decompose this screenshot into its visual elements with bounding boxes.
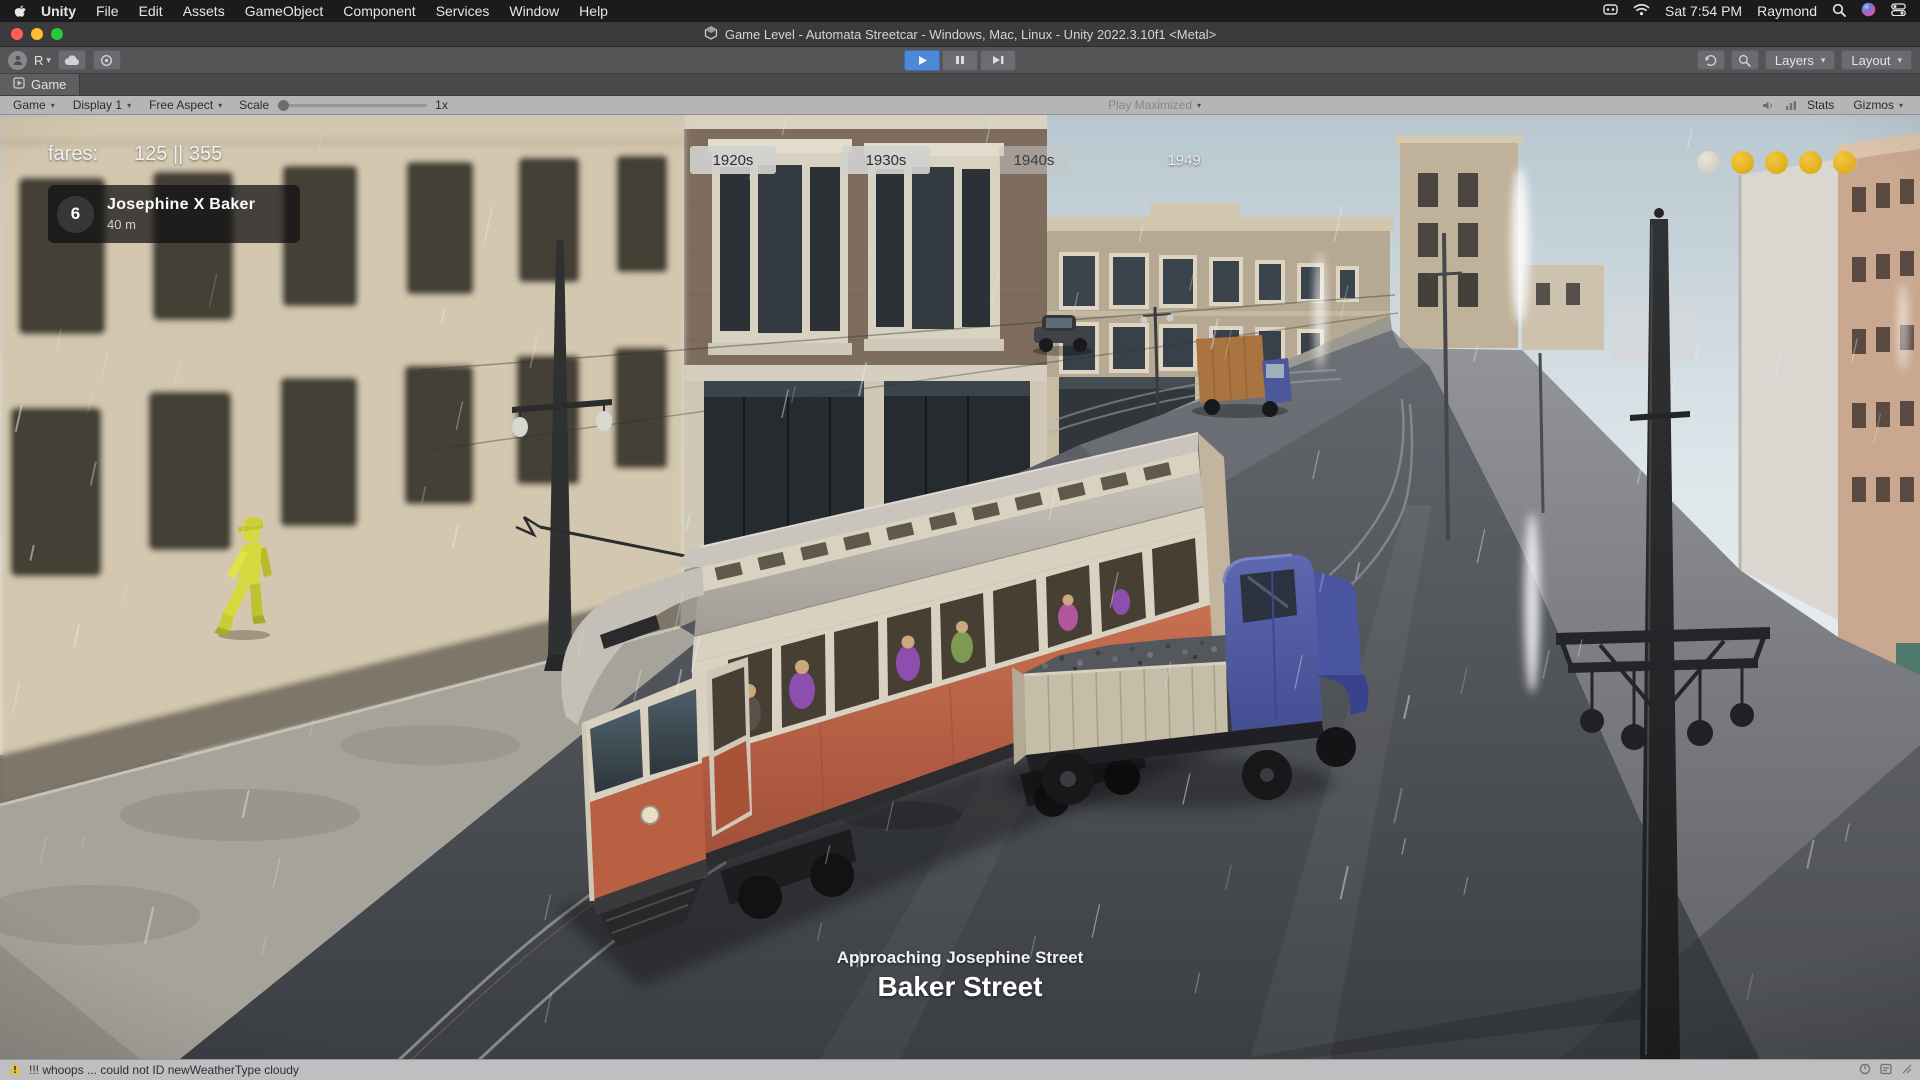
- account-avatar-button[interactable]: [8, 51, 27, 70]
- minimize-window-button[interactable]: [31, 28, 43, 40]
- game-tab-icon: [13, 77, 25, 92]
- warning-icon: [8, 1062, 22, 1078]
- era-button-1930s[interactable]: 1930s: [842, 146, 930, 174]
- undo-history-button[interactable]: [1697, 50, 1725, 70]
- chevron-down-icon: ▾: [1197, 101, 1201, 110]
- siri-icon[interactable]: [1861, 2, 1876, 20]
- console-log-icon[interactable]: [1880, 1063, 1892, 1078]
- menu-file[interactable]: File: [86, 3, 129, 19]
- screen: Unity File Edit Assets GameObject Compon…: [0, 0, 1920, 1080]
- account-dropdown[interactable]: R▾: [34, 53, 51, 68]
- mute-audio-icon[interactable]: [1762, 100, 1775, 111]
- process-icon[interactable]: [1859, 1063, 1871, 1078]
- unity-logo-icon: [704, 26, 718, 43]
- menu-gameobject[interactable]: GameObject: [235, 3, 334, 19]
- pause-button[interactable]: [942, 50, 978, 71]
- chevron-down-icon: ▾: [46, 55, 51, 66]
- resize-grip-icon[interactable]: [1901, 1063, 1912, 1077]
- menu-services[interactable]: Services: [426, 3, 500, 19]
- play-maximized-dropdown[interactable]: Play Maximized▾: [1108, 98, 1201, 112]
- stats-toggle[interactable]: Stats: [1807, 98, 1834, 112]
- era-button-1920s[interactable]: 1920s: [690, 146, 776, 174]
- era-button-1940s[interactable]: 1940s: [999, 146, 1069, 174]
- menu-help[interactable]: Help: [569, 3, 618, 19]
- menu-window[interactable]: Window: [499, 3, 569, 19]
- status-bar[interactable]: !!! whoops ... could not ID newWeatherTy…: [0, 1059, 1920, 1080]
- menu-unity[interactable]: Unity: [31, 3, 86, 19]
- macos-menu-bar: Unity File Edit Assets GameObject Compon…: [0, 0, 1920, 22]
- vignette: [0, 115, 1920, 1059]
- game-scene[interactable]: [0, 115, 1920, 1059]
- chevron-down-icon: ▾: [218, 101, 222, 110]
- search-button[interactable]: [1731, 50, 1759, 70]
- wifi-icon[interactable]: [1633, 3, 1650, 19]
- menubar-clock[interactable]: Sat 7:54 PM: [1665, 3, 1742, 19]
- unity-toolbar: R▾: [0, 47, 1920, 74]
- chevron-down-icon: ▾: [1899, 101, 1903, 110]
- metrics-icon[interactable]: [1785, 100, 1797, 111]
- layers-dropdown[interactable]: Layers▾: [1765, 50, 1836, 70]
- console-message[interactable]: !!! whoops ... could not ID newWeatherTy…: [29, 1063, 299, 1077]
- layout-dropdown[interactable]: Layout▾: [1841, 50, 1912, 70]
- game-view-toolbar: Game▾ Display 1▾ Free Aspect▾ Scale 1x P…: [0, 96, 1920, 115]
- window-title-bar: Game Level - Automata Streetcar - Window…: [0, 22, 1920, 47]
- window-title: Game Level - Automata Streetcar - Window…: [725, 27, 1216, 42]
- chevron-down-icon: ▾: [127, 101, 131, 110]
- aspect-ratio-dropdown[interactable]: Free Aspect▾: [140, 96, 231, 114]
- menu-assets[interactable]: Assets: [173, 3, 235, 19]
- chevron-down-icon: ▾: [1821, 55, 1826, 66]
- scale-label: Scale: [239, 98, 269, 112]
- cloud-services-button[interactable]: [58, 50, 86, 70]
- tab-game[interactable]: Game: [0, 74, 80, 95]
- gizmos-dropdown[interactable]: Gizmos▾: [1844, 98, 1912, 112]
- target-settings-button[interactable]: [93, 50, 121, 70]
- scale-slider-knob[interactable]: [278, 100, 289, 111]
- menubar-status-icon[interactable]: [1603, 3, 1618, 19]
- scale-slider[interactable]: [277, 104, 427, 107]
- era-button-1949[interactable]: 1949: [1152, 146, 1216, 174]
- display-mode-dropdown[interactable]: Game▾: [4, 96, 64, 114]
- editor-tab-strip: Game: [0, 74, 1920, 96]
- spotlight-search-icon[interactable]: [1832, 3, 1846, 20]
- close-window-button[interactable]: [11, 28, 23, 40]
- game-viewport[interactable]: fares:125 || 355 6 Josephine X Baker 40 …: [0, 115, 1920, 1059]
- play-button[interactable]: [904, 50, 940, 71]
- menubar-user[interactable]: Raymond: [1757, 3, 1817, 19]
- scale-value: 1x: [435, 98, 448, 112]
- menu-component[interactable]: Component: [333, 3, 425, 19]
- zoom-window-button[interactable]: [51, 28, 63, 40]
- chevron-down-icon: ▾: [51, 101, 55, 110]
- display-dropdown[interactable]: Display 1▾: [64, 96, 140, 114]
- apple-menu-icon[interactable]: [14, 5, 27, 18]
- menu-edit[interactable]: Edit: [129, 3, 173, 19]
- chevron-down-icon: ▾: [1897, 55, 1902, 66]
- step-button[interactable]: [980, 50, 1016, 71]
- control-center-icon[interactable]: [1891, 3, 1906, 19]
